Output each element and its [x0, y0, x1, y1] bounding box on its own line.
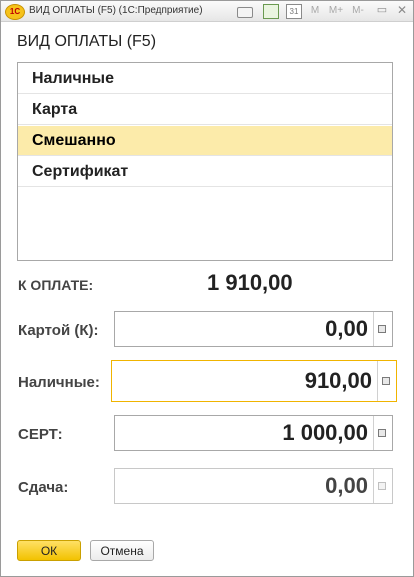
list-item-cash[interactable]: Наличные [18, 64, 392, 94]
title-bar[interactable]: 1С ВИД ОПЛАТЫ (F5) (1С:Предприятие) 31 M… [1, 1, 413, 22]
card-label: Картой (К): [18, 322, 99, 339]
calculator-icon [378, 325, 386, 333]
calculator-icon [378, 429, 386, 437]
memory-minus-button[interactable]: M- [349, 4, 367, 17]
memory-plus-button[interactable]: M+ [327, 4, 345, 17]
change-amount-value: 0,00 [325, 473, 368, 498]
calculator-icon [378, 482, 386, 490]
window-title: ВИД ОПЛАТЫ (F5) (1С:Предприятие) [29, 5, 203, 16]
print-icon[interactable] [237, 7, 253, 18]
restore-icon[interactable]: ▭ [375, 4, 389, 17]
cash-amount-field[interactable]: 910,00 [111, 360, 397, 402]
cash-calculator-button[interactable] [377, 361, 396, 401]
cert-label: СЕРТ: [18, 426, 63, 443]
card-amount-field[interactable]: 0,00 [114, 311, 393, 347]
dialog-window: 1С ВИД ОПЛАТЫ (F5) (1С:Предприятие) 31 M… [0, 0, 414, 577]
cert-calculator-button[interactable] [373, 416, 392, 450]
payment-type-list[interactable]: Наличные Карта Смешанно Сертификат [17, 62, 393, 261]
calculator-icon [382, 377, 390, 385]
card-calculator-button[interactable] [373, 312, 392, 346]
list-item-card[interactable]: Карта [18, 95, 392, 125]
memory-button[interactable]: M [309, 4, 321, 17]
cash-amount-value: 910,00 [304, 368, 372, 393]
calculator-icon[interactable] [263, 4, 279, 19]
change-calculator-button [373, 469, 392, 503]
card-amount-value: 0,00 [325, 316, 368, 341]
calendar-icon[interactable]: 31 [286, 4, 302, 19]
app-logo-icon: 1С [5, 4, 25, 20]
cancel-button[interactable]: Отмена [90, 540, 154, 561]
close-icon[interactable]: ✕ [395, 4, 409, 17]
cash-label: Наличные: [18, 374, 100, 391]
list-item-mixed[interactable]: Смешанно [18, 126, 392, 156]
ok-button[interactable]: ОК [17, 540, 81, 561]
change-amount-field: 0,00 [114, 468, 393, 504]
to-pay-amount: 1 910,00 [207, 270, 293, 295]
cert-amount-value: 1 000,00 [282, 420, 368, 445]
cert-amount-field[interactable]: 1 000,00 [114, 415, 393, 451]
change-label: Сдача: [18, 479, 69, 496]
list-item-certificate[interactable]: Сертификат [18, 157, 392, 187]
to-pay-label: К ОПЛАТЕ: [18, 277, 94, 293]
form-title: ВИД ОПЛАТЫ (F5) [17, 33, 157, 50]
